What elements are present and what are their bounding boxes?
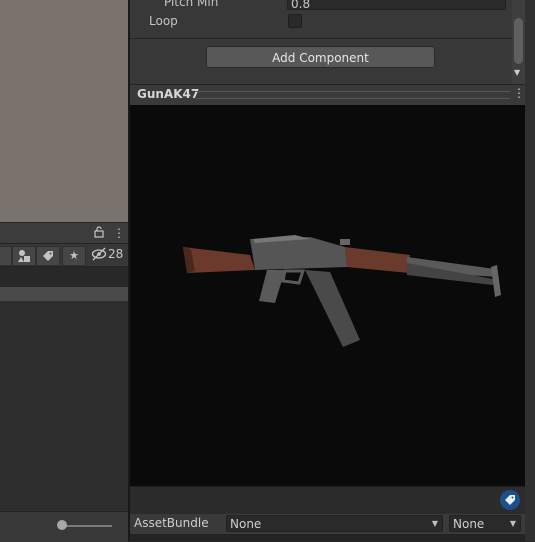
label-tag-icon[interactable]: [500, 490, 520, 510]
ak47-model-image: [183, 235, 501, 347]
scrollbar-thumb[interactable]: [514, 18, 523, 64]
window-edge: [525, 0, 535, 541]
pitch-min-label: Pitch Min: [164, 0, 219, 9]
favorites-star-icon[interactable]: ★: [62, 246, 86, 266]
lock-icon[interactable]: [94, 226, 104, 238]
kebab-menu-icon[interactable]: ⋮: [113, 226, 125, 240]
loop-checkbox[interactable]: [288, 14, 302, 28]
filter-by-type-icon[interactable]: [12, 246, 36, 266]
bottom-strip: [130, 534, 525, 541]
add-component-button[interactable]: Add Component: [206, 46, 435, 68]
preview-title: GunAK47: [137, 87, 200, 101]
hidden-eye-icon[interactable]: [91, 247, 107, 264]
preview-footer: [130, 486, 525, 515]
inspector-separator: [130, 38, 512, 39]
assetbundle-variant-dropdown[interactable]: None ▼: [449, 515, 521, 532]
project-panel-header: [0, 223, 128, 244]
assetbundle-name-value: None: [230, 517, 262, 531]
assetbundle-variant-value: None: [453, 517, 485, 531]
inspector-panel: [130, 0, 535, 84]
search-field-edge[interactable]: [0, 246, 12, 266]
assetbundle-name-dropdown[interactable]: None ▼: [226, 515, 443, 532]
dropdown-caret-icon: ▼: [509, 519, 516, 528]
loop-label: Loop: [149, 14, 178, 28]
project-row-selected[interactable]: [0, 287, 128, 301]
kebab-menu-icon[interactable]: ⋮: [513, 86, 525, 100]
assetbundle-label: AssetBundle: [134, 516, 209, 530]
icon-size-slider[interactable]: [62, 525, 112, 527]
project-file-list[interactable]: [0, 301, 128, 511]
filter-by-label-icon[interactable]: [36, 246, 60, 266]
dropdown-caret-icon: ▼: [431, 519, 438, 528]
icon-size-slider-handle[interactable]: [57, 520, 67, 530]
preview-drag-grip[interactable]: [196, 91, 510, 99]
pitch-min-field[interactable]: 0.8: [287, 0, 506, 10]
scene-view[interactable]: [0, 0, 128, 222]
scroll-down-arrow-icon[interactable]: ▼: [514, 68, 520, 77]
hidden-count: 28: [108, 247, 124, 261]
